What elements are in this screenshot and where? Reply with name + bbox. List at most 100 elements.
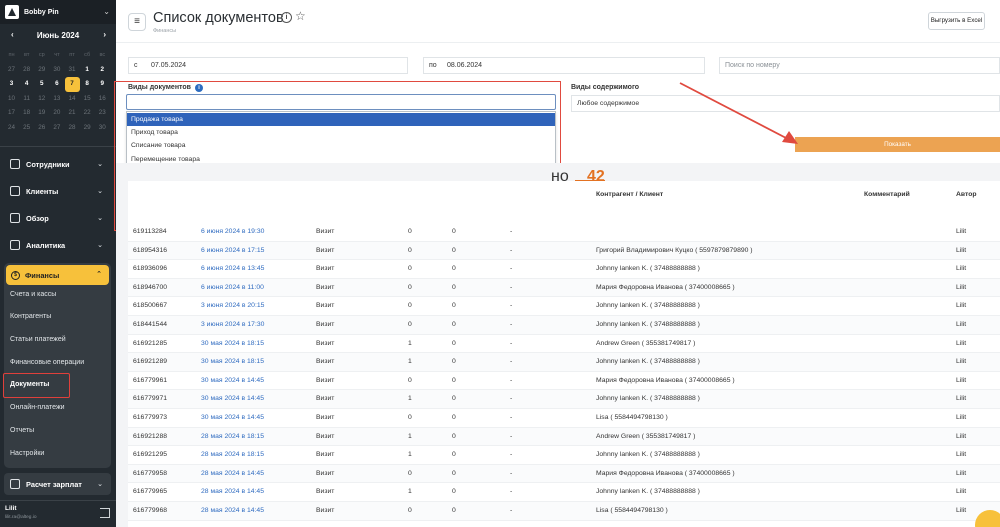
calendar-day[interactable]: 4: [19, 77, 34, 92]
calendar-day[interactable]: 5: [34, 77, 49, 92]
calendar-day[interactable]: 13: [49, 92, 64, 107]
sidebar-item-clients[interactable]: Клиенты ⌄: [4, 180, 111, 202]
table-row[interactable]: 618936096 6 июня 2024 в 13:45 Визит 0 0 - John…: [128, 260, 1000, 279]
submenu-payment-items[interactable]: Статьи платежей: [10, 336, 66, 343]
submenu-settings[interactable]: Настройки: [10, 450, 44, 457]
content-types-select[interactable]: Любое содержимое: [571, 95, 1000, 112]
cell-date[interactable]: 28 мая 2024 в 14:45: [201, 488, 264, 495]
table-row[interactable]: 616779968 28 мая 2024 в 14:45 Визит 0 0 - Lisa…: [128, 502, 1000, 521]
sidebar-item-salary[interactable]: Расчет зарплат ⌄: [4, 473, 111, 495]
calendar-day[interactable]: 6: [49, 77, 64, 92]
cell-date[interactable]: 28 мая 2024 в 18:15: [201, 433, 264, 440]
calendar-header: ‹ Июнь 2024 ›: [0, 29, 116, 43]
cell-date[interactable]: 6 июня 2024 в 17:15: [201, 247, 264, 254]
date-from-field[interactable]: с 07.05.2024: [128, 57, 408, 74]
sidebar-item-overview[interactable]: Обзор ⌄: [4, 207, 111, 229]
calendar-day[interactable]: 2: [95, 63, 110, 78]
cell-date[interactable]: 30 мая 2024 в 14:45: [201, 395, 264, 402]
calendar-day[interactable]: 19: [34, 106, 49, 121]
table-row[interactable]: 618441544 3 июня 2024 в 17:30 Визит 0 0 - John…: [128, 316, 1000, 335]
calendar-day[interactable]: 26: [34, 121, 49, 136]
column-header-comment[interactable]: Комментарий: [864, 191, 910, 198]
cell-date[interactable]: 28 мая 2024 в 14:45: [201, 470, 264, 477]
submenu-reports[interactable]: Отчеты: [10, 427, 34, 434]
calendar-day[interactable]: 16: [95, 92, 110, 107]
logout-icon[interactable]: [100, 508, 110, 518]
calendar-day[interactable]: 23: [95, 106, 110, 121]
table-row[interactable]: 616921285 30 мая 2024 в 18:15 Визит 1 0 - Andr…: [128, 335, 1000, 354]
calendar-day[interactable]: 3: [4, 77, 19, 92]
calendar-day[interactable]: 9: [95, 77, 110, 92]
cell-date[interactable]: 30 мая 2024 в 18:15: [201, 340, 264, 347]
table-row[interactable]: 616921289 30 мая 2024 в 18:15 Визит 1 0 - John…: [128, 353, 1000, 372]
menu-toggle-button[interactable]: ≡: [128, 13, 146, 31]
calendar-day[interactable]: 17: [4, 106, 19, 121]
table-row[interactable]: 616779961 30 мая 2024 в 14:45 Визит 0 0 - Мари…: [128, 372, 1000, 391]
calendar-day[interactable]: 7: [64, 77, 80, 92]
calendar-day[interactable]: 1: [80, 63, 95, 78]
calendar-day[interactable]: 14: [65, 92, 80, 107]
calendar-day[interactable]: 18: [19, 106, 34, 121]
date-to-field[interactable]: по 08.06.2024: [423, 57, 705, 74]
cell-date[interactable]: 28 мая 2024 в 14:45: [201, 507, 264, 514]
table-row[interactable]: 616779971 30 мая 2024 в 14:45 Визит 1 0 - John…: [128, 390, 1000, 409]
calendar-day[interactable]: 29: [34, 63, 49, 78]
calendar-day[interactable]: 27: [49, 121, 64, 136]
cell-date[interactable]: 3 июня 2024 в 17:30: [201, 321, 264, 328]
table-row[interactable]: 618954316 6 июня 2024 в 17:15 Визит 0 0 - Григ…: [128, 241, 1000, 261]
table-row[interactable]: 616921295 28 мая 2024 в 18:15 Визит 1 0 - John…: [128, 446, 1000, 465]
calendar-next-icon[interactable]: ›: [103, 30, 106, 39]
search-number-input[interactable]: Поиск по номеру: [719, 57, 1000, 74]
calendar-day[interactable]: 24: [4, 121, 19, 136]
table-row[interactable]: 616779973 30 мая 2024 в 14:45 Визит 0 0 - Lisa…: [128, 409, 1000, 428]
star-icon[interactable]: ☆: [295, 9, 306, 23]
column-header-counterparty[interactable]: Контрагент / Клиент: [596, 191, 663, 198]
cell-date[interactable]: 6 июня 2024 в 11:00: [201, 284, 264, 291]
calendar-day[interactable]: 21: [65, 106, 80, 121]
sidebar-item-employees[interactable]: Сотрудники ⌄: [4, 153, 111, 175]
cell-num: 616779961: [133, 376, 168, 384]
cell-date[interactable]: 6 июня 2024 в 19:30: [201, 228, 264, 235]
cell-date[interactable]: 30 мая 2024 в 14:45: [201, 414, 264, 421]
calendar-day[interactable]: 22: [80, 106, 95, 121]
breadcrumb[interactable]: Финансы: [153, 28, 176, 34]
calendar-day[interactable]: 27: [4, 63, 19, 78]
calendar-day[interactable]: 28: [65, 121, 80, 136]
submenu-finance-operations[interactable]: Финансовые операции: [10, 359, 84, 366]
cell-date[interactable]: 30 мая 2024 в 14:45: [201, 377, 264, 384]
table-row[interactable]: 616779958 28 мая 2024 в 14:45 Визит 0 0 - Мари…: [128, 464, 1000, 484]
calendar-day[interactable]: 29: [80, 121, 95, 136]
calendar-day[interactable]: 8: [80, 77, 95, 92]
submenu-online-payments[interactable]: Онлайн-платежи: [10, 404, 65, 411]
column-header-author[interactable]: Автор: [956, 191, 977, 198]
cell-date[interactable]: 3 июня 2024 в 20:15: [201, 302, 264, 309]
info-icon[interactable]: i: [281, 12, 292, 23]
sidebar-item-analytics[interactable]: Аналитика ⌄: [4, 234, 111, 256]
submenu-accounts[interactable]: Счета и кассы: [10, 291, 56, 298]
account-switcher[interactable]: Bobby Pin ⌄: [0, 0, 116, 24]
calendar-day[interactable]: 12: [34, 92, 49, 107]
table-row[interactable]: 618500667 3 июня 2024 в 20:15 Визит 0 0 - John…: [128, 297, 1000, 316]
cell-date[interactable]: 6 июня 2024 в 13:45: [201, 265, 264, 272]
calendar-day[interactable]: 31: [65, 63, 80, 78]
submenu-counterparties[interactable]: Контрагенты: [10, 313, 51, 320]
chevron-down-icon: ⌄: [103, 7, 110, 16]
calendar-day[interactable]: 25: [19, 121, 34, 136]
calendar-day[interactable]: 28: [19, 63, 34, 78]
table-row[interactable]: 618946700 6 июня 2024 в 11:00 Визит 0 0 - Мари…: [128, 278, 1000, 298]
export-excel-button[interactable]: Выгрузить в Excel: [928, 12, 985, 30]
calendar-day[interactable]: 15: [80, 92, 95, 107]
table-row[interactable]: 616779965 28 мая 2024 в 14:45 Визит 1 0 - John…: [128, 483, 1000, 502]
calendar-day[interactable]: 20: [49, 106, 64, 121]
calendar-day[interactable]: 11: [19, 92, 34, 107]
show-button[interactable]: Показать: [795, 137, 1000, 152]
calendar-day[interactable]: 30: [95, 121, 110, 136]
cell-date[interactable]: 30 мая 2024 в 18:15: [201, 358, 264, 365]
sidebar-item-finance[interactable]: $ Финансы ⌃: [6, 265, 109, 285]
calendar-day[interactable]: 30: [49, 63, 64, 78]
cell-type: Визит: [316, 302, 335, 310]
calendar-day[interactable]: 10: [4, 92, 19, 107]
cell-date[interactable]: 28 мая 2024 в 18:15: [201, 451, 264, 458]
table-row[interactable]: 616921288 28 мая 2024 в 18:15 Визит 1 0 - Andr…: [128, 427, 1000, 447]
table-row[interactable]: 619113284 6 июня 2024 в 19:30 Визит 0 0 - Lili…: [128, 223, 1000, 242]
